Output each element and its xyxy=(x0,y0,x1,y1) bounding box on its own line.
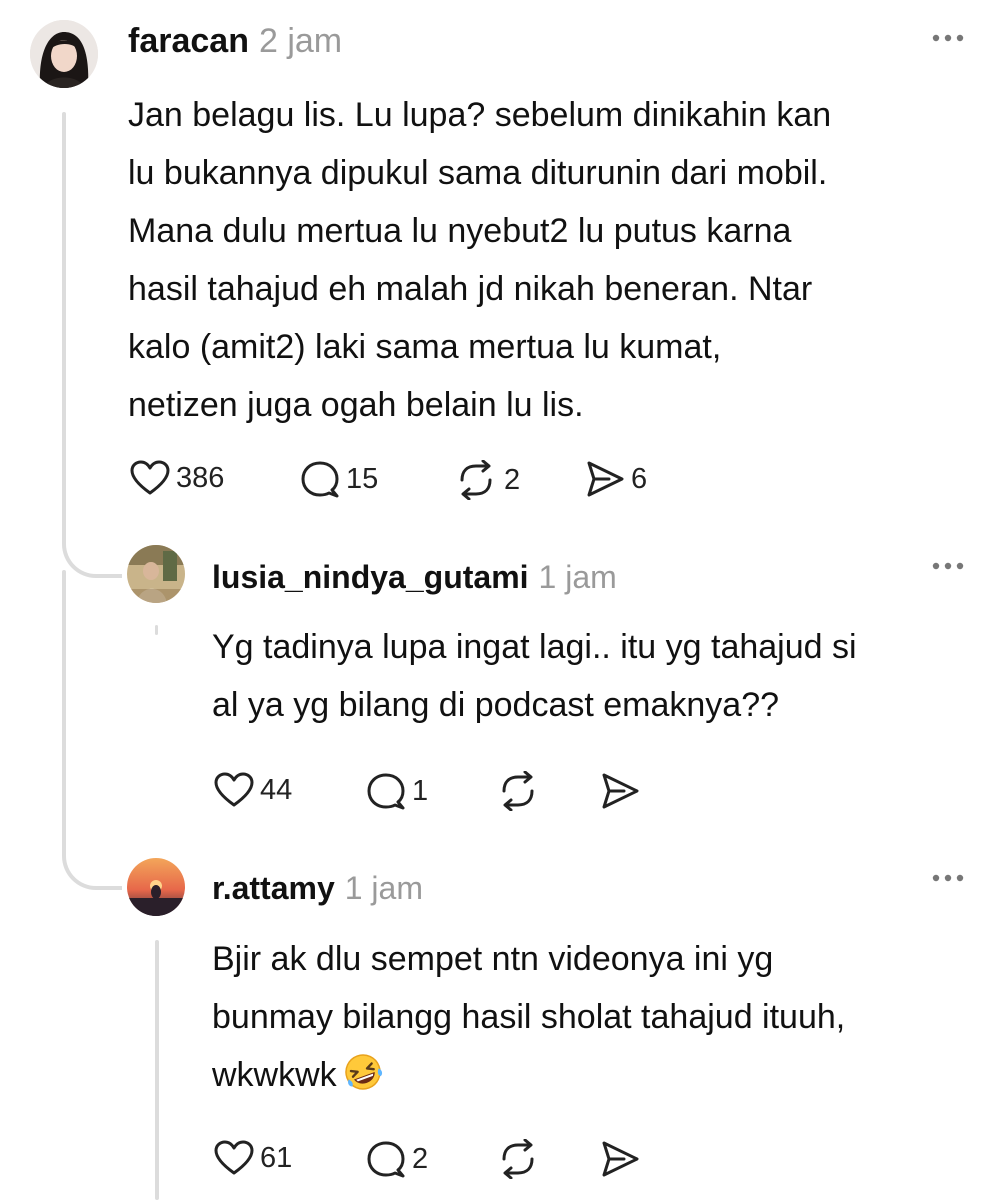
comment-line: Bjir ak dlu sempet ntn videonya ini yg xyxy=(212,940,774,978)
comment-line: wkwkwk xyxy=(212,1046,845,1110)
thread-line-reply-1 xyxy=(155,625,158,635)
username[interactable]: faracan 2 jam xyxy=(128,22,342,61)
thread-line-reply-2 xyxy=(155,940,159,1200)
comment-line: bunmay bilangg hasil sholat tahajud ituu… xyxy=(212,998,846,1036)
send-icon xyxy=(585,460,625,498)
like-button[interactable]: 44 xyxy=(214,772,292,808)
comment-line: netizen juga ogah belain lu lis. xyxy=(128,386,584,424)
username[interactable]: r.attamy 1 jam xyxy=(212,870,423,907)
comment-line: hasil tahajud eh malah jd nikah beneran.… xyxy=(128,270,813,308)
like-button[interactable]: 61 xyxy=(214,1140,292,1176)
comment-line: Mana dulu mertua lu nyebut2 lu putus kar… xyxy=(128,212,792,250)
rolling-on-floor-laughing-emoji xyxy=(343,1052,383,1110)
comment-line: Jan belagu lis. Lu lupa? sebelum dinikah… xyxy=(128,96,832,134)
reply-count: 1 xyxy=(412,774,429,807)
comment-line: kalo (amit2) laki sama mertua lu kumat, xyxy=(128,328,722,366)
share-button[interactable] xyxy=(600,1140,640,1178)
thread-connector-reply-1 xyxy=(62,520,122,578)
reply-button[interactable]: 1 xyxy=(366,772,428,810)
comment-line: al ya yg bilang di podcast emaknya?? xyxy=(212,686,780,724)
comment-text: Bjir ak dlu sempet ntn videonya ini yg b… xyxy=(212,930,845,1110)
avatar[interactable] xyxy=(127,858,185,916)
send-icon xyxy=(600,772,640,810)
comment-line-text: wkwkwk xyxy=(212,1056,337,1094)
share-button[interactable]: 6 xyxy=(585,460,647,498)
timestamp: 1 jam xyxy=(538,559,617,595)
heart-icon xyxy=(214,772,254,808)
repost-icon xyxy=(496,771,540,811)
username-text[interactable]: lusia_nindya_gutami xyxy=(212,559,529,595)
comment-text: Jan belagu lis. Lu lupa? sebelum dinikah… xyxy=(128,86,831,434)
reply-button[interactable]: 15 xyxy=(300,460,378,498)
comment-bubble-icon xyxy=(366,1140,406,1178)
more-options-icon[interactable] xyxy=(930,560,966,580)
repost-button[interactable] xyxy=(496,771,540,811)
comment-line: lu bukannya dipukul sama diturunin dari … xyxy=(128,154,828,192)
reply-count: 2 xyxy=(412,1142,429,1175)
heart-icon xyxy=(214,1140,254,1176)
more-options-icon[interactable] xyxy=(930,32,966,52)
share-count: 6 xyxy=(631,462,648,495)
repost-count: 2 xyxy=(504,463,521,496)
repost-button[interactable] xyxy=(496,1139,540,1179)
like-count: 386 xyxy=(176,461,225,494)
like-count: 44 xyxy=(260,773,293,806)
thread-line-main-2 xyxy=(62,570,66,840)
repost-icon xyxy=(454,460,498,500)
reply-count: 15 xyxy=(346,462,379,495)
thread-line-main xyxy=(62,112,66,532)
repost-icon xyxy=(496,1139,540,1179)
like-count: 61 xyxy=(260,1141,293,1174)
timestamp: 1 jam xyxy=(344,870,423,906)
heart-icon xyxy=(130,460,170,496)
avatar[interactable] xyxy=(127,545,185,603)
thread-connector-reply-2 xyxy=(62,836,122,890)
comment-text: Yg tadinya lupa ingat lagi.. itu yg taha… xyxy=(212,618,857,734)
timestamp: 2 jam xyxy=(258,22,343,60)
more-options-icon[interactable] xyxy=(930,872,966,892)
comment-bubble-icon xyxy=(300,460,340,498)
comment-bubble-icon xyxy=(366,772,406,810)
share-button[interactable] xyxy=(600,772,640,810)
repost-button[interactable]: 2 xyxy=(454,460,520,500)
username-text[interactable]: faracan xyxy=(128,22,249,60)
like-button[interactable]: 386 xyxy=(130,460,224,496)
comment-line: Yg tadinya lupa ingat lagi.. itu yg taha… xyxy=(212,628,857,666)
username[interactable]: lusia_nindya_gutami 1 jam xyxy=(212,559,617,596)
username-text[interactable]: r.attamy xyxy=(212,870,335,906)
send-icon xyxy=(600,1140,640,1178)
reply-button[interactable]: 2 xyxy=(366,1140,428,1178)
avatar[interactable] xyxy=(30,20,98,88)
